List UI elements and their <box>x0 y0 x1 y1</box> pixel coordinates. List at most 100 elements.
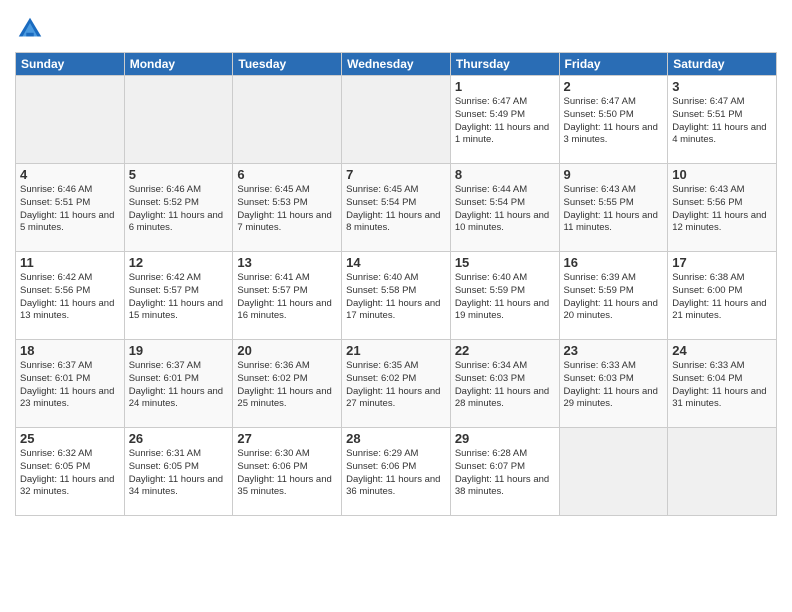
day-number: 1 <box>455 79 555 94</box>
calendar-day-cell: 22Sunrise: 6:34 AMSunset: 6:03 PMDayligh… <box>450 340 559 428</box>
calendar-week-row: 11 Sunrise: 6:42 AMSunset: 5:56 PMDayligh… <box>16 252 777 340</box>
calendar-day-cell: 24 Sunrise: 6:33 AMSunset: 6:04 PMDayligh… <box>668 340 777 428</box>
calendar-day-cell: 18 Sunrise: 6:37 AMSunset: 6:01 PMDayligh… <box>16 340 125 428</box>
day-info: Sunrise: 6:41 AMSunset: 5:57 PMDaylight:… <box>237 272 337 323</box>
calendar-day-cell: 1 Sunrise: 6:47 AMSunset: 5:49 PMDaylight… <box>450 76 559 164</box>
day-number: 10 <box>672 167 772 182</box>
day-number: 14 <box>346 255 446 270</box>
day-info: Sunrise: 6:35 AMSunset: 6:02 PMDaylight:… <box>346 360 446 411</box>
weekday-header: Monday <box>124 53 233 76</box>
day-number: 27 <box>237 431 337 446</box>
weekday-header: Tuesday <box>233 53 342 76</box>
day-number: 5 <box>129 167 229 182</box>
day-number: 18 <box>20 343 120 358</box>
day-info: Sunrise: 6:33 AMSunset: 6:03 PMDaylight:… <box>564 360 664 411</box>
logo <box>15 14 49 44</box>
calendar-day-cell: 12 Sunrise: 6:42 AMSunset: 5:57 PMDayligh… <box>124 252 233 340</box>
day-number: 3 <box>672 79 772 94</box>
day-number: 19 <box>129 343 229 358</box>
calendar-table: SundayMondayTuesdayWednesdayThursdayFrid… <box>15 52 777 516</box>
calendar-day-cell: 23 Sunrise: 6:33 AMSunset: 6:03 PMDayligh… <box>559 340 668 428</box>
calendar-day-cell: 15 Sunrise: 6:40 AMSunset: 5:59 PMDayligh… <box>450 252 559 340</box>
day-number: 13 <box>237 255 337 270</box>
calendar-day-cell: 2 Sunrise: 6:47 AMSunset: 5:50 PMDaylight… <box>559 76 668 164</box>
day-info: Sunrise: 6:47 AMSunset: 5:49 PMDaylight:… <box>455 96 555 147</box>
day-number: 17 <box>672 255 772 270</box>
weekday-header: Friday <box>559 53 668 76</box>
day-number: 24 <box>672 343 772 358</box>
calendar-day-cell: 14Sunrise: 6:40 AMSunset: 5:58 PMDayligh… <box>342 252 451 340</box>
day-info: Sunrise: 6:30 AMSunset: 6:06 PMDaylight:… <box>237 448 337 499</box>
calendar-day-cell <box>16 76 125 164</box>
calendar-day-cell: 26 Sunrise: 6:31 AMSunset: 6:05 PMDayligh… <box>124 428 233 516</box>
calendar-day-cell: 25 Sunrise: 6:32 AMSunset: 6:05 PMDayligh… <box>16 428 125 516</box>
calendar-week-row: 18 Sunrise: 6:37 AMSunset: 6:01 PMDayligh… <box>16 340 777 428</box>
day-info: Sunrise: 6:37 AMSunset: 6:01 PMDaylight:… <box>20 360 120 411</box>
calendar-day-cell: 9Sunrise: 6:43 AMSunset: 5:55 PMDaylight… <box>559 164 668 252</box>
weekday-header: Thursday <box>450 53 559 76</box>
calendar-day-cell: 5 Sunrise: 6:46 AMSunset: 5:52 PMDaylight… <box>124 164 233 252</box>
calendar-header-row: SundayMondayTuesdayWednesdayThursdayFrid… <box>16 53 777 76</box>
day-number: 4 <box>20 167 120 182</box>
calendar-day-cell: 8 Sunrise: 6:44 AMSunset: 5:54 PMDaylight… <box>450 164 559 252</box>
calendar-day-cell: 6 Sunrise: 6:45 AMSunset: 5:53 PMDaylight… <box>233 164 342 252</box>
calendar-week-row: 1 Sunrise: 6:47 AMSunset: 5:49 PMDaylight… <box>16 76 777 164</box>
day-info: Sunrise: 6:37 AMSunset: 6:01 PMDaylight:… <box>129 360 229 411</box>
day-number: 21 <box>346 343 446 358</box>
calendar-day-cell: 21 Sunrise: 6:35 AMSunset: 6:02 PMDayligh… <box>342 340 451 428</box>
day-info: Sunrise: 6:47 AMSunset: 5:51 PMDaylight:… <box>672 96 772 147</box>
calendar-day-cell <box>342 76 451 164</box>
day-number: 12 <box>129 255 229 270</box>
calendar-day-cell: 28 Sunrise: 6:29 AMSunset: 6:06 PMDayligh… <box>342 428 451 516</box>
calendar-day-cell: 3 Sunrise: 6:47 AMSunset: 5:51 PMDaylight… <box>668 76 777 164</box>
day-number: 11 <box>20 255 120 270</box>
day-info: Sunrise: 6:40 AMSunset: 5:59 PMDaylight:… <box>455 272 555 323</box>
calendar-day-cell <box>124 76 233 164</box>
day-info: Sunrise: 6:44 AMSunset: 5:54 PMDaylight:… <box>455 184 555 235</box>
calendar-week-row: 25 Sunrise: 6:32 AMSunset: 6:05 PMDayligh… <box>16 428 777 516</box>
day-info: Sunrise: 6:28 AMSunset: 6:07 PMDaylight:… <box>455 448 555 499</box>
day-number: 20 <box>237 343 337 358</box>
day-info: Sunrise: 6:29 AMSunset: 6:06 PMDaylight:… <box>346 448 446 499</box>
day-number: 16 <box>564 255 664 270</box>
calendar-week-row: 4 Sunrise: 6:46 AMSunset: 5:51 PMDaylight… <box>16 164 777 252</box>
day-number: 7 <box>346 167 446 182</box>
calendar-day-cell: 4 Sunrise: 6:46 AMSunset: 5:51 PMDaylight… <box>16 164 125 252</box>
day-info: Sunrise: 6:31 AMSunset: 6:05 PMDaylight:… <box>129 448 229 499</box>
calendar-day-cell <box>559 428 668 516</box>
day-info: Sunrise: 6:39 AMSunset: 5:59 PMDaylight:… <box>564 272 664 323</box>
day-number: 9 <box>564 167 664 182</box>
day-info: Sunrise: 6:43 AMSunset: 5:56 PMDaylight:… <box>672 184 772 235</box>
day-info: Sunrise: 6:45 AMSunset: 5:53 PMDaylight:… <box>237 184 337 235</box>
calendar-day-cell: 7Sunrise: 6:45 AMSunset: 5:54 PMDaylight… <box>342 164 451 252</box>
calendar-day-cell <box>233 76 342 164</box>
day-number: 15 <box>455 255 555 270</box>
weekday-header: Wednesday <box>342 53 451 76</box>
calendar-day-cell: 20Sunrise: 6:36 AMSunset: 6:02 PMDayligh… <box>233 340 342 428</box>
day-info: Sunrise: 6:46 AMSunset: 5:51 PMDaylight:… <box>20 184 120 235</box>
day-info: Sunrise: 6:38 AMSunset: 6:00 PMDaylight:… <box>672 272 772 323</box>
day-info: Sunrise: 6:46 AMSunset: 5:52 PMDaylight:… <box>129 184 229 235</box>
day-info: Sunrise: 6:32 AMSunset: 6:05 PMDaylight:… <box>20 448 120 499</box>
calendar-day-cell <box>668 428 777 516</box>
calendar-day-cell: 17 Sunrise: 6:38 AMSunset: 6:00 PMDayligh… <box>668 252 777 340</box>
calendar-day-cell: 10 Sunrise: 6:43 AMSunset: 5:56 PMDayligh… <box>668 164 777 252</box>
calendar-day-cell: 19 Sunrise: 6:37 AMSunset: 6:01 PMDayligh… <box>124 340 233 428</box>
day-info: Sunrise: 6:33 AMSunset: 6:04 PMDaylight:… <box>672 360 772 411</box>
day-info: Sunrise: 6:42 AMSunset: 5:57 PMDaylight:… <box>129 272 229 323</box>
page-header <box>15 10 777 44</box>
day-number: 25 <box>20 431 120 446</box>
day-info: Sunrise: 6:34 AMSunset: 6:03 PMDaylight:… <box>455 360 555 411</box>
calendar-day-cell: 29Sunrise: 6:28 AMSunset: 6:07 PMDayligh… <box>450 428 559 516</box>
day-number: 28 <box>346 431 446 446</box>
day-number: 6 <box>237 167 337 182</box>
logo-icon <box>15 14 45 44</box>
calendar-day-cell: 16 Sunrise: 6:39 AMSunset: 5:59 PMDayligh… <box>559 252 668 340</box>
day-info: Sunrise: 6:47 AMSunset: 5:50 PMDaylight:… <box>564 96 664 147</box>
day-number: 8 <box>455 167 555 182</box>
day-number: 23 <box>564 343 664 358</box>
day-info: Sunrise: 6:42 AMSunset: 5:56 PMDaylight:… <box>20 272 120 323</box>
day-number: 26 <box>129 431 229 446</box>
day-number: 2 <box>564 79 664 94</box>
calendar-day-cell: 13 Sunrise: 6:41 AMSunset: 5:57 PMDayligh… <box>233 252 342 340</box>
